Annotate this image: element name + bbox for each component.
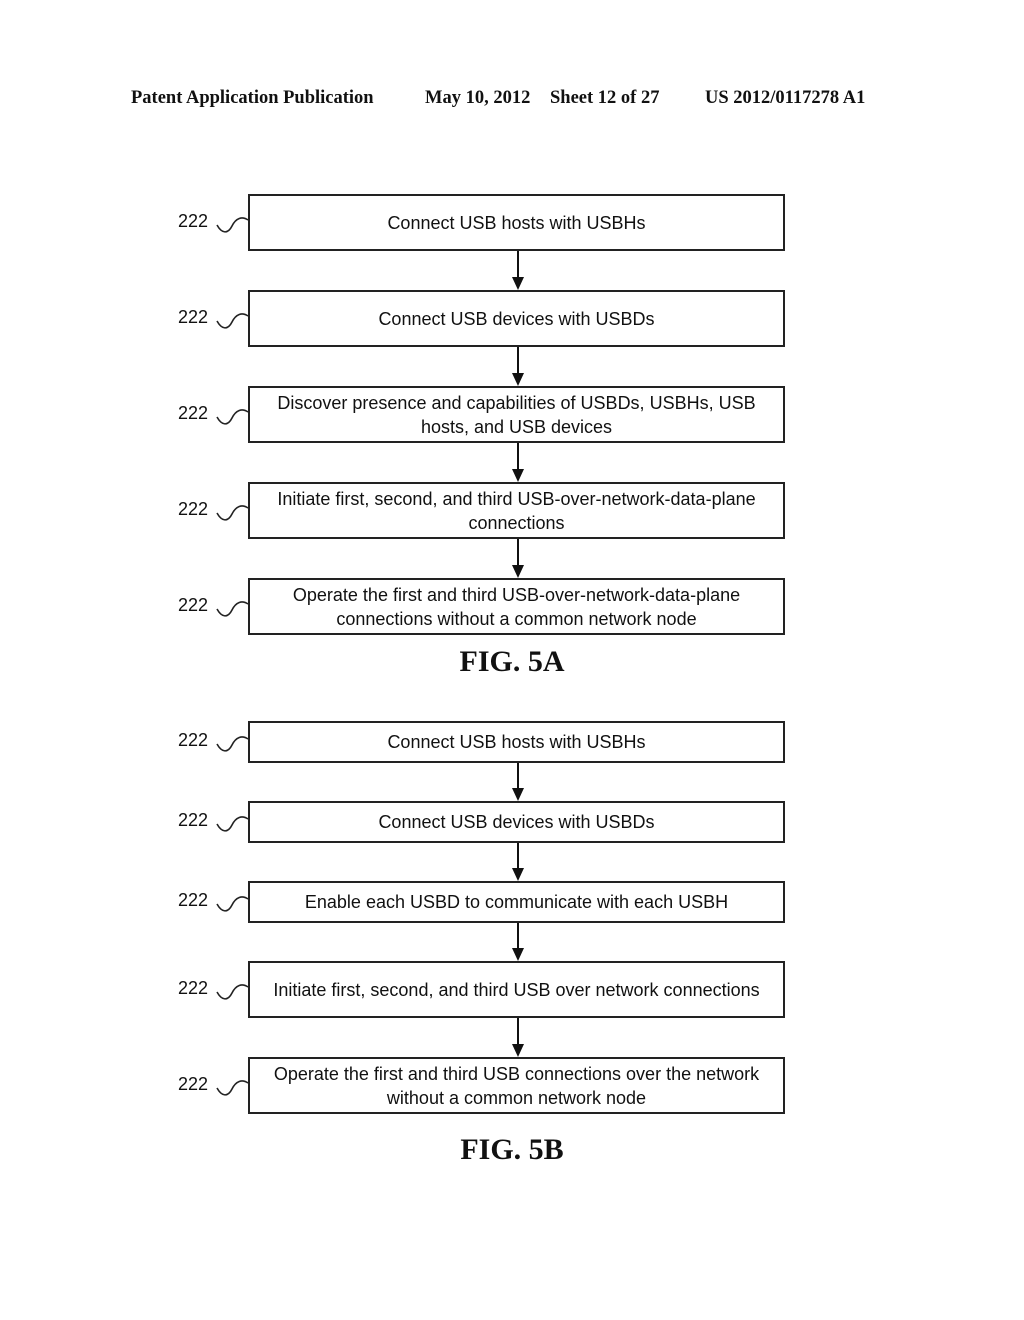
reference-numeral: 222 bbox=[178, 498, 209, 519]
flow-step-box: Initiate first, second, and third USB-ov… bbox=[248, 482, 785, 539]
patent-number: US 2012/0117278 A1 bbox=[705, 88, 866, 108]
reference-numeral: 222 bbox=[178, 306, 209, 327]
reference-numeral: 222 bbox=[178, 730, 209, 750]
flow-step-text: Connect USB hosts with USBHs bbox=[387, 212, 646, 233]
flow-step-text: Connect USB devices with USBDs bbox=[378, 812, 655, 832]
flow-arrow-icon bbox=[512, 923, 524, 961]
flow-step-text: Connect USB hosts with USBHs bbox=[387, 732, 646, 752]
leader-line-icon bbox=[216, 816, 249, 832]
leader-line-icon bbox=[216, 1079, 249, 1096]
leader-line-icon bbox=[216, 216, 249, 233]
reference-numeral: 222 bbox=[178, 402, 209, 423]
flow-arrow-icon bbox=[512, 443, 524, 482]
reference-numeral: 222 bbox=[178, 977, 209, 998]
patent-header: Patent Application Publication May 10, 2… bbox=[0, 88, 1024, 114]
flow-step-text: Operate the first and third USB-over-net… bbox=[292, 584, 741, 629]
publication-date: May 10, 2012 bbox=[425, 88, 531, 108]
reference-numeral: 222 bbox=[178, 810, 209, 830]
flow-step-box: Operate the first and third USB connecti… bbox=[248, 1057, 785, 1114]
flow-arrow-icon bbox=[512, 763, 524, 801]
reference-numeral: 222 bbox=[178, 210, 209, 231]
flow-step-box: Enable each USBD to communicate with eac… bbox=[248, 881, 785, 923]
flow-arrow-icon bbox=[512, 251, 524, 290]
flow-step-text: Enable each USBD to communicate with eac… bbox=[304, 892, 729, 912]
flow-step-box: Operate the first and third USB-over-net… bbox=[248, 578, 785, 635]
flow-step-box: Connect USB hosts with USBHs bbox=[248, 194, 785, 251]
sheet-number: Sheet 12 of 27 bbox=[550, 88, 660, 108]
reference-numeral: 222 bbox=[178, 890, 209, 910]
flow-step-text: Initiate first, second, and third USB-ov… bbox=[277, 488, 756, 533]
flow-step-text: Operate the first and third USB connecti… bbox=[273, 1063, 760, 1108]
flow-arrow-icon bbox=[512, 1018, 524, 1057]
flow-arrow-icon bbox=[512, 539, 524, 578]
flow-step-box: Connect USB devices with USBDs bbox=[248, 290, 785, 347]
figure-label: FIG. 5A bbox=[459, 645, 565, 678]
reference-numeral: 222 bbox=[178, 1073, 209, 1094]
flow-step-box: Discover presence and capabilities of US… bbox=[248, 386, 785, 443]
leader-line-icon bbox=[216, 736, 249, 752]
leader-line-icon bbox=[216, 896, 249, 912]
flow-step-box: Initiate first, second, and third USB ov… bbox=[248, 961, 785, 1018]
flow-step-text: Initiate first, second, and third USB ov… bbox=[273, 979, 760, 1000]
figure-label: FIG. 5B bbox=[460, 1133, 564, 1166]
flow-arrow-icon bbox=[512, 347, 524, 386]
flow-step-box: Connect USB devices with USBDs bbox=[248, 801, 785, 843]
flow-step-box: Connect USB hosts with USBHs bbox=[248, 721, 785, 763]
flow-step-text: Connect USB devices with USBDs bbox=[378, 308, 655, 329]
publication-title: Patent Application Publication bbox=[131, 88, 374, 108]
leader-line-icon bbox=[216, 504, 249, 521]
flow-arrow-icon bbox=[512, 843, 524, 881]
leader-line-icon bbox=[216, 312, 249, 329]
leader-line-icon bbox=[216, 983, 249, 1000]
reference-numeral: 222 bbox=[178, 594, 209, 615]
leader-line-icon bbox=[216, 600, 249, 617]
flow-step-text: Discover presence and capabilities of US… bbox=[277, 392, 756, 437]
leader-line-icon bbox=[216, 408, 249, 425]
